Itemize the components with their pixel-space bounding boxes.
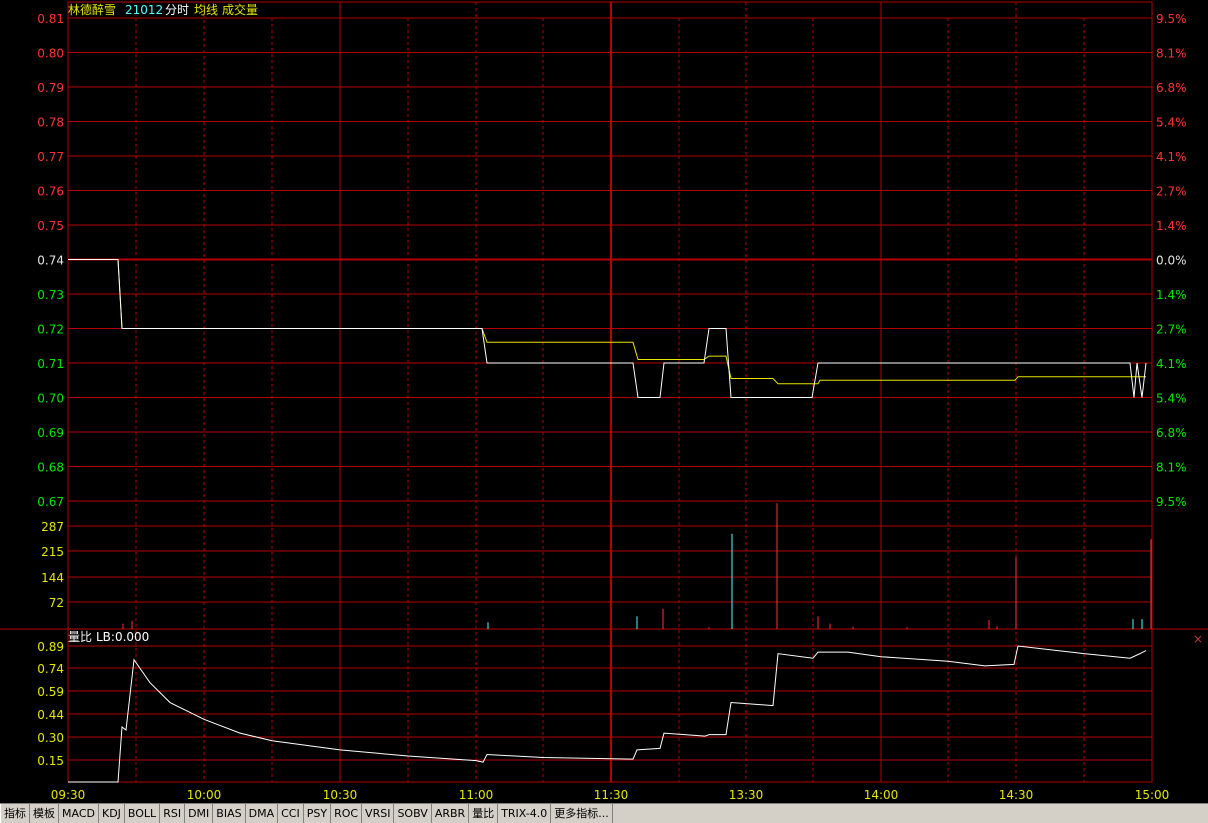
pct-tick-label: 6.8% bbox=[1156, 426, 1187, 440]
price-tick-label: 0.73 bbox=[37, 288, 64, 302]
indicator-tab[interactable]: TRIX-4.0 bbox=[498, 804, 552, 823]
indicator-tab-bar: 指标 模板 MACD KDJ BOLL RSI DMI BIAS DMA CCI PSY ROC VRS… bbox=[0, 803, 1208, 823]
time-tick-label: 15:00 bbox=[1135, 788, 1170, 802]
ratio-readout: LB:0.000 bbox=[96, 630, 149, 644]
indicator-tab[interactable]: ARBR bbox=[432, 804, 470, 823]
price-tick-label: 0.68 bbox=[37, 461, 64, 475]
pct-tick-label: 6.8% bbox=[1156, 81, 1187, 95]
price-tick-label: 0.69 bbox=[37, 426, 64, 440]
average-price-line bbox=[68, 259, 1146, 385]
pct-tick-label: 4.1% bbox=[1156, 150, 1187, 164]
time-tick-label: 13:30 bbox=[729, 788, 764, 802]
pct-tick-label: 2.7% bbox=[1156, 185, 1187, 199]
avg-label: 均线 bbox=[194, 3, 218, 17]
indicator-tab[interactable]: KDJ bbox=[99, 804, 125, 823]
pct-tick-label: 5.4% bbox=[1156, 392, 1187, 406]
indicator-tab[interactable]: PSY bbox=[304, 804, 332, 823]
chart-grid bbox=[0, 1, 1208, 783]
time-tick-label: 11:00 bbox=[459, 788, 494, 802]
ratio-tick-label: 0.15 bbox=[37, 754, 64, 768]
indicator-tab[interactable]: 量比 bbox=[469, 804, 499, 823]
pct-tick-label: 1.4% bbox=[1156, 219, 1187, 233]
indicator-tab[interactable]: BOLL bbox=[125, 804, 161, 823]
price-tick-label: 0.81 bbox=[37, 12, 64, 26]
price-tick-label: 0.70 bbox=[37, 392, 64, 406]
volume-bars bbox=[122, 503, 1152, 629]
stock-name: 林德醉雪 bbox=[68, 2, 116, 17]
ratio-tick-label: 0.89 bbox=[37, 640, 64, 654]
indicator-tab[interactable]: BIAS bbox=[213, 804, 246, 823]
price-tick-label: 0.72 bbox=[37, 323, 64, 337]
indicator-tab[interactable]: 指标 bbox=[0, 804, 30, 823]
pct-tick-label: 2.7% bbox=[1156, 323, 1187, 337]
time-tick-label: 11:30 bbox=[594, 788, 629, 802]
indicator-tab[interactable]: RSI bbox=[160, 804, 186, 823]
vol-label: 成交量 bbox=[222, 2, 258, 17]
time-tick-label: 10:30 bbox=[323, 788, 358, 802]
price-tick-label: 0.79 bbox=[37, 81, 64, 95]
mode-label: 分时 bbox=[165, 3, 189, 17]
indicator-tab[interactable]: SOBV bbox=[394, 804, 432, 823]
indicator-tab[interactable]: CCI bbox=[278, 804, 304, 823]
ratio-tick-label: 0.44 bbox=[37, 708, 64, 722]
pct-tick-label: 8.1% bbox=[1156, 461, 1187, 475]
indicator-tab[interactable]: 模板 bbox=[30, 804, 59, 823]
ratio-tick-label: 0.59 bbox=[37, 685, 64, 699]
price-tick-label: 0.75 bbox=[37, 219, 64, 233]
price-tick-label: 0.71 bbox=[37, 357, 64, 371]
close-icon[interactable]: × bbox=[1193, 632, 1203, 646]
indicator-tab[interactable]: ROC bbox=[331, 804, 363, 823]
time-tick-label: 14:00 bbox=[864, 788, 899, 802]
indicator-tab[interactable]: DMA bbox=[246, 804, 279, 823]
ratio-tick-label: 0.74 bbox=[37, 662, 64, 676]
price-tick-label: 0.76 bbox=[37, 185, 64, 199]
time-tick-label: 14:30 bbox=[999, 788, 1034, 802]
price-tick-label: 0.67 bbox=[37, 495, 64, 509]
pct-tick-label: 9.5% bbox=[1156, 12, 1187, 26]
volume-tick-label: 287 bbox=[41, 520, 64, 534]
pct-tick-label: 0.0% bbox=[1156, 254, 1187, 268]
indicator-tab[interactable]: 更多指标... bbox=[551, 804, 613, 823]
pct-tick-label: 8.1% bbox=[1156, 47, 1187, 61]
indicator-tab[interactable]: VRSI bbox=[362, 804, 395, 823]
volume-tick-label: 144 bbox=[41, 571, 64, 585]
price-tick-label: 0.77 bbox=[37, 150, 64, 164]
pct-tick-label: 5.4% bbox=[1156, 116, 1187, 130]
indicator-tab[interactable]: MACD bbox=[59, 804, 99, 823]
time-tick-label: 09:30 bbox=[51, 788, 86, 802]
price-tick-label: 0.74 bbox=[37, 254, 64, 268]
pct-tick-label: 4.1% bbox=[1156, 357, 1187, 371]
pct-tick-label: 1.4% bbox=[1156, 288, 1187, 302]
volume-tick-label: 215 bbox=[41, 545, 64, 559]
volume-tick-label: 72 bbox=[49, 596, 64, 610]
price-tick-label: 0.80 bbox=[37, 47, 64, 61]
stock-code: 21012 bbox=[125, 3, 163, 17]
ratio-title: 量比 bbox=[68, 630, 92, 644]
pct-tick-label: 9.5% bbox=[1156, 495, 1187, 509]
price-tick-label: 0.78 bbox=[37, 116, 64, 130]
time-tick-label: 10:00 bbox=[187, 788, 222, 802]
tab-bar-filler bbox=[612, 804, 1208, 823]
intraday-chart[interactable]: 0.81 9.5% 0.80 8.1% 0.79 6.8% 0.78 5.4% 0.77 4.1%… bbox=[0, 0, 1208, 803]
indicator-tab[interactable]: DMI bbox=[185, 804, 214, 823]
ratio-tick-label: 0.30 bbox=[37, 731, 64, 745]
